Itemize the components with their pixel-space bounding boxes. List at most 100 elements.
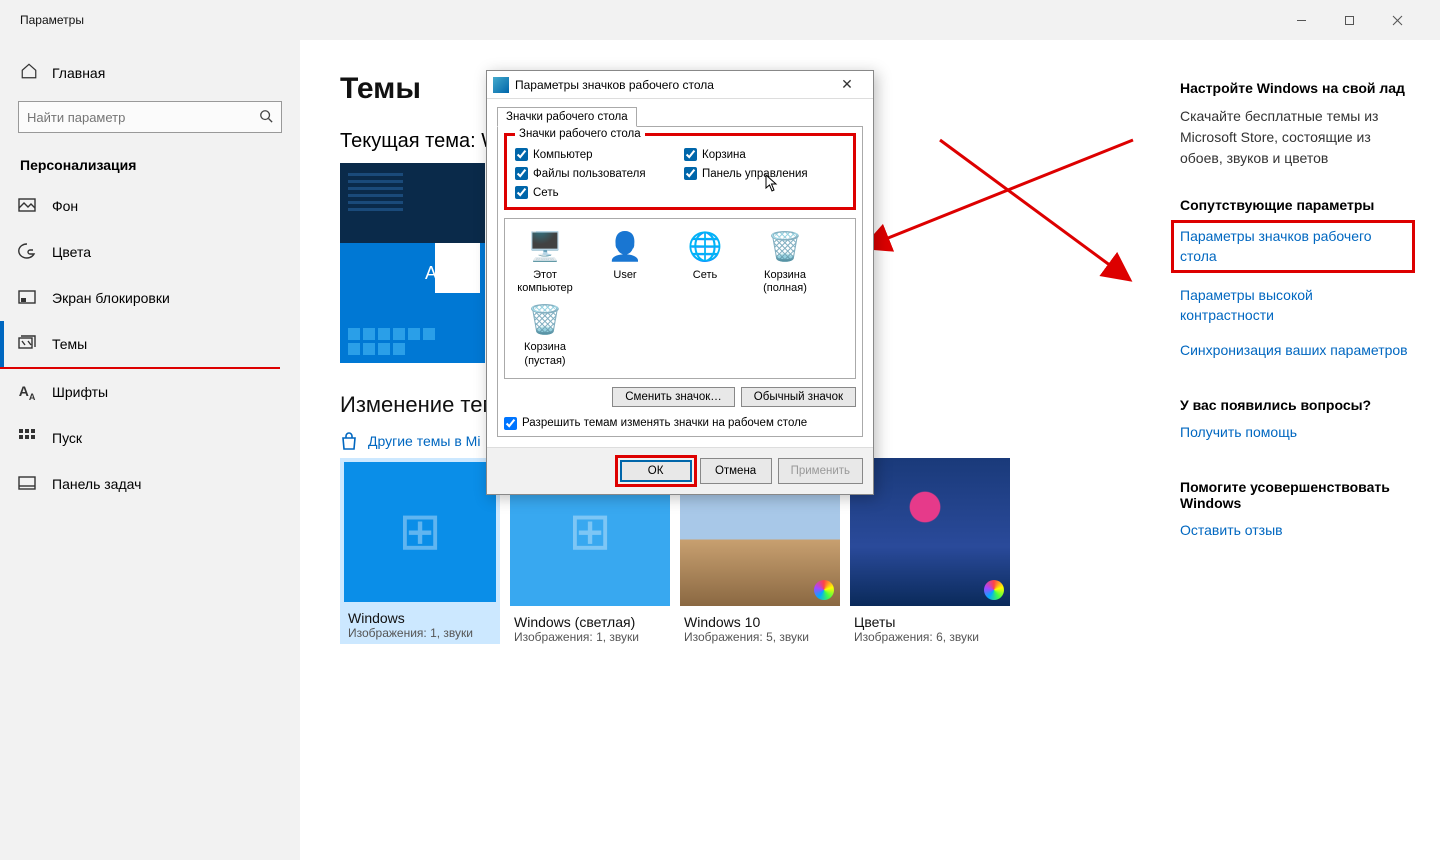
right-heading-questions: У вас появились вопросы? — [1180, 397, 1410, 413]
link-high-contrast-settings[interactable]: Параметры высокой контрастности — [1180, 286, 1410, 325]
checkbox-user-files-input[interactable] — [515, 167, 528, 180]
default-icon-button[interactable]: Обычный значок — [741, 387, 856, 407]
theme-name: Цветы — [850, 614, 1010, 630]
current-theme-preview[interactable]: Aa — [340, 163, 485, 363]
checkbox-network[interactable]: Сеть — [515, 186, 676, 199]
sidebar-item-label: Панель задач — [52, 476, 141, 492]
dialog-tab-desktop-icons[interactable]: Значки рабочего стола — [497, 107, 637, 127]
dialog-titlebar[interactable]: Параметры значков рабочего стола ✕ — [487, 71, 873, 99]
link-get-help[interactable]: Получить помощь — [1180, 423, 1410, 443]
sidebar-item-background[interactable]: Фон — [0, 183, 300, 229]
picture-icon — [18, 198, 36, 215]
sidebar-item-label: Цвета — [52, 244, 91, 260]
checkbox-control-panel-input[interactable] — [684, 167, 697, 180]
icon-label: Корзина (пустая) — [524, 341, 566, 366]
search-icon — [259, 109, 273, 126]
theme-name: Windows (светлая) — [510, 614, 670, 630]
search-box[interactable] — [18, 101, 282, 133]
windows-logo-icon: ⊞ — [398, 502, 442, 562]
checkbox-label: Файлы пользователя — [533, 168, 646, 180]
cancel-button[interactable]: Отмена — [700, 458, 772, 484]
right-heading-related: Сопутствующие параметры — [1180, 197, 1410, 213]
minimize-button[interactable] — [1278, 5, 1324, 35]
link-desktop-icon-settings[interactable]: Параметры значков рабочего стола — [1174, 223, 1412, 270]
checkbox-user-files[interactable]: Файлы пользователя — [515, 167, 676, 180]
checkbox-recycle-bin[interactable]: Корзина — [684, 148, 845, 161]
icon-label: Корзина (полная) — [763, 269, 807, 294]
theme-card-windows[interactable]: ⊞ Windows Изображения: 1, звуки — [340, 458, 500, 644]
taskbar-icon — [18, 476, 36, 493]
fieldset-legend: Значки рабочего стола — [515, 128, 645, 140]
dialog-footer: ОК Отмена Применить — [487, 447, 873, 494]
theme-card-flowers[interactable]: Цветы Изображения: 6, звуки — [850, 458, 1010, 644]
sidebar-item-label: Пуск — [52, 430, 82, 446]
store-bag-icon — [340, 432, 358, 450]
checkbox-computer[interactable]: Компьютер — [515, 148, 676, 161]
color-wheel-icon — [814, 580, 834, 600]
checkbox-control-panel[interactable]: Панель управления — [684, 167, 845, 180]
network-icon: 🌐 — [687, 229, 723, 265]
checkbox-allow-themes[interactable]: Разрешить темам изменять значки на рабоч… — [504, 417, 856, 430]
right-heading-customize: Настройте Windows на свой лад — [1180, 80, 1410, 96]
sidebar-item-fonts[interactable]: AA Шрифты — [0, 369, 300, 415]
sidebar-item-label: Экран блокировки — [52, 290, 170, 306]
checkbox-allow-themes-input[interactable] — [504, 417, 517, 430]
close-button[interactable] — [1374, 5, 1420, 35]
window-title: Параметры — [20, 13, 1278, 27]
theme-meta: Изображения: 1, звуки — [344, 626, 496, 640]
dialog-title-icon — [493, 77, 509, 93]
icon-label: Этот компьютер — [517, 269, 572, 294]
icon-bin-full[interactable]: 🗑️Корзина (полная) — [753, 229, 817, 295]
change-icon-button[interactable]: Сменить значок… — [612, 387, 735, 407]
icon-network[interactable]: 🌐 Сеть — [673, 229, 737, 295]
checkbox-network-input[interactable] — [515, 186, 528, 199]
sidebar-item-themes[interactable]: Темы — [0, 321, 300, 367]
right-pane: Настройте Windows на свой лад Скачайте б… — [1180, 40, 1440, 860]
title-bar: Параметры — [0, 0, 1440, 40]
checkbox-label: Корзина — [702, 149, 746, 161]
sidebar-item-start[interactable]: Пуск — [0, 415, 300, 461]
lockscreen-icon — [18, 290, 36, 307]
icon-preview-box: 🖥️Этот компьютер 👤User 🌐Сеть 🗑️Корзина (… — [504, 218, 856, 379]
recycle-bin-empty-icon: 🗑️ — [527, 301, 563, 337]
desktop-icons-dialog: Параметры значков рабочего стола ✕ Значк… — [486, 70, 874, 495]
palette-icon — [18, 243, 36, 262]
checkbox-label: Панель управления — [702, 168, 808, 180]
link-feedback[interactable]: Оставить отзыв — [1180, 521, 1410, 541]
store-themes-link-label: Другие темы в Mi — [368, 433, 480, 449]
icon-label: User — [613, 269, 636, 281]
annotation-ok-highlight: ОК — [618, 458, 694, 484]
checkbox-recycle-bin-input[interactable] — [684, 148, 697, 161]
sidebar-home[interactable]: Главная — [18, 54, 282, 93]
icon-label: Сеть — [693, 269, 717, 281]
ok-button[interactable]: ОК — [620, 460, 692, 482]
theme-name: Windows 10 — [680, 614, 840, 630]
theme-meta: Изображения: 5, звуки — [680, 630, 840, 644]
sidebar: Главная Персонализация Фон Цвета Экран б… — [0, 40, 300, 860]
home-icon — [20, 62, 38, 83]
sidebar-item-lockscreen[interactable]: Экран блокировки — [0, 275, 300, 321]
user-folder-icon: 👤 — [607, 229, 643, 265]
themes-icon — [18, 335, 36, 354]
icon-bin-empty[interactable]: 🗑️ Корзина (пустая) — [513, 301, 577, 367]
search-input[interactable] — [27, 110, 259, 125]
link-sync-settings[interactable]: Синхронизация ваших параметров — [1180, 341, 1410, 361]
theme-meta: Изображения: 6, звуки — [850, 630, 1010, 644]
sidebar-item-colors[interactable]: Цвета — [0, 229, 300, 275]
icon-user[interactable]: 👤 User — [593, 229, 657, 295]
theme-name: Windows — [344, 610, 496, 626]
checkbox-computer-input[interactable] — [515, 148, 528, 161]
desktop-icons-fieldset: Значки рабочего стола Компьютер Корзина … — [504, 133, 856, 210]
icon-this-pc[interactable]: 🖥️Этот компьютер — [513, 229, 577, 295]
checkbox-label: Компьютер — [533, 149, 593, 161]
dialog-title: Параметры значков рабочего стола — [515, 78, 827, 92]
right-text-customize: Скачайте бесплатные темы из Microsoft St… — [1180, 106, 1410, 169]
sidebar-section-title: Персонализация — [18, 151, 282, 183]
start-grid-icon — [18, 429, 36, 448]
sidebar-item-taskbar[interactable]: Панель задач — [0, 461, 300, 507]
window-controls — [1278, 5, 1420, 35]
apply-button[interactable]: Применить — [778, 458, 863, 484]
dialog-close-button[interactable]: ✕ — [827, 76, 867, 93]
sidebar-item-label: Фон — [52, 198, 78, 214]
maximize-button[interactable] — [1326, 5, 1372, 35]
